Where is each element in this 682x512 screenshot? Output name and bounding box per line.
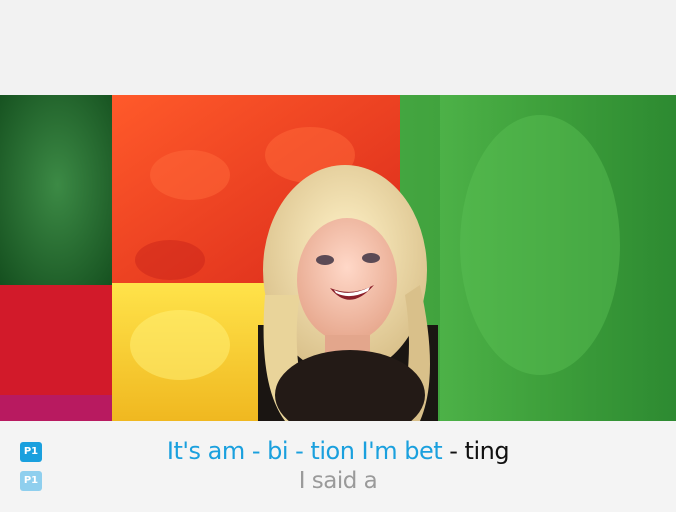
music-video [0,95,676,421]
karaoke-screen: P1 P1 It's am - bi - tion I'm bet - ting… [0,0,682,512]
top-bar [0,0,682,95]
next-lyric-line: I said a [298,468,378,494]
lyric-unsung-text: - ting [442,437,510,465]
right-edge [676,0,682,512]
lyrics-panel: P1 P1 It's am - bi - tion I'm bet - ting… [0,421,676,512]
music-video-frame [0,95,676,421]
current-lyric-line: It's am - bi - tion I'm bet - ting [0,437,676,465]
lyric-sung-text: It's am - bi - tion I'm bet [166,437,443,465]
